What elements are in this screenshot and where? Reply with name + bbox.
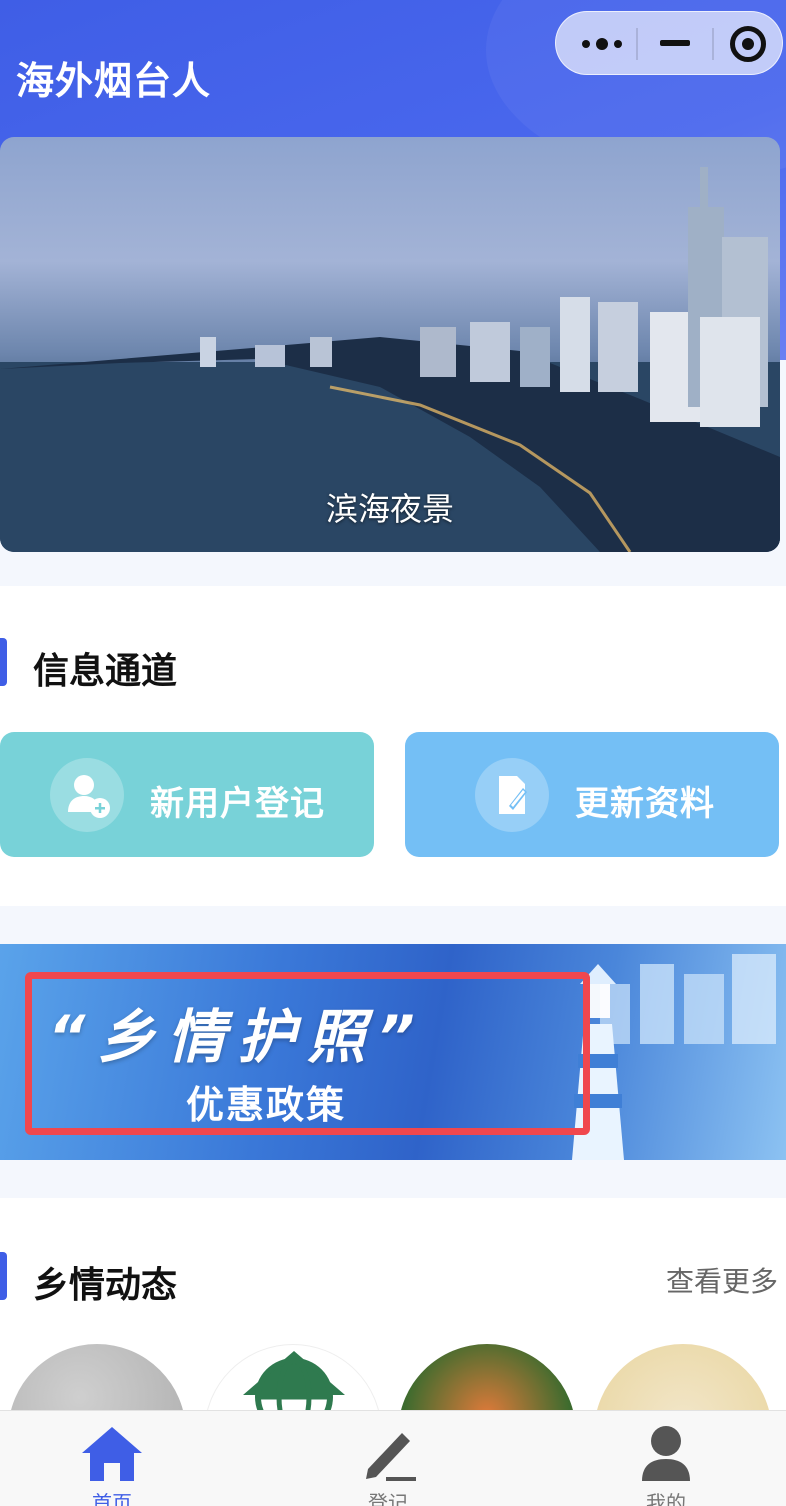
section-indicator — [0, 1252, 7, 1300]
pencil-icon — [366, 1433, 416, 1481]
update-profile-label: 更新资料 — [575, 784, 715, 824]
close-icon[interactable] — [730, 26, 766, 62]
banner-caption: 滨海夜景 — [325, 490, 454, 528]
tab-bar: 首页 登记 我的 — [0, 1410, 786, 1506]
app-title: 海外烟台人 — [16, 59, 212, 103]
update-profile-button[interactable]: 更新资料 — [405, 732, 779, 857]
tab-mine-label: 我的 — [646, 1491, 686, 1506]
capsule-divider — [712, 28, 714, 60]
capsule-divider — [636, 28, 638, 60]
promo-subtitle: 优惠政策 — [186, 1083, 347, 1127]
tab-home[interactable]: 首页 — [52, 1411, 172, 1506]
user-icon — [642, 1426, 690, 1481]
tab-register[interactable]: 登记 — [328, 1411, 448, 1506]
add-user-icon — [50, 758, 124, 832]
new-user-register-button[interactable]: 新用户登记 — [0, 732, 374, 857]
hometown-passport-banner[interactable]: “乡情护照” 优惠政策 — [0, 944, 786, 1160]
section-indicator — [0, 638, 7, 686]
info-channel-title: 信息通道 — [33, 651, 178, 692]
edit-document-icon — [475, 758, 549, 832]
tab-mine[interactable]: 我的 — [606, 1411, 726, 1506]
more-icon[interactable] — [578, 12, 644, 76]
view-more-link[interactable]: 查看更多 — [666, 1260, 778, 1300]
news-title: 乡情动态 — [33, 1265, 178, 1306]
minimize-icon[interactable] — [660, 40, 690, 46]
tab-register-label: 登记 — [368, 1491, 408, 1506]
banner-carousel[interactable]: 滨海夜景 — [0, 137, 780, 552]
promo-title: “乡情护照” — [48, 1003, 427, 1071]
capsule-menu — [555, 11, 783, 75]
tab-home-label: 首页 — [92, 1491, 132, 1506]
home-icon — [82, 1427, 142, 1481]
new-user-register-label: 新用户登记 — [150, 784, 325, 824]
